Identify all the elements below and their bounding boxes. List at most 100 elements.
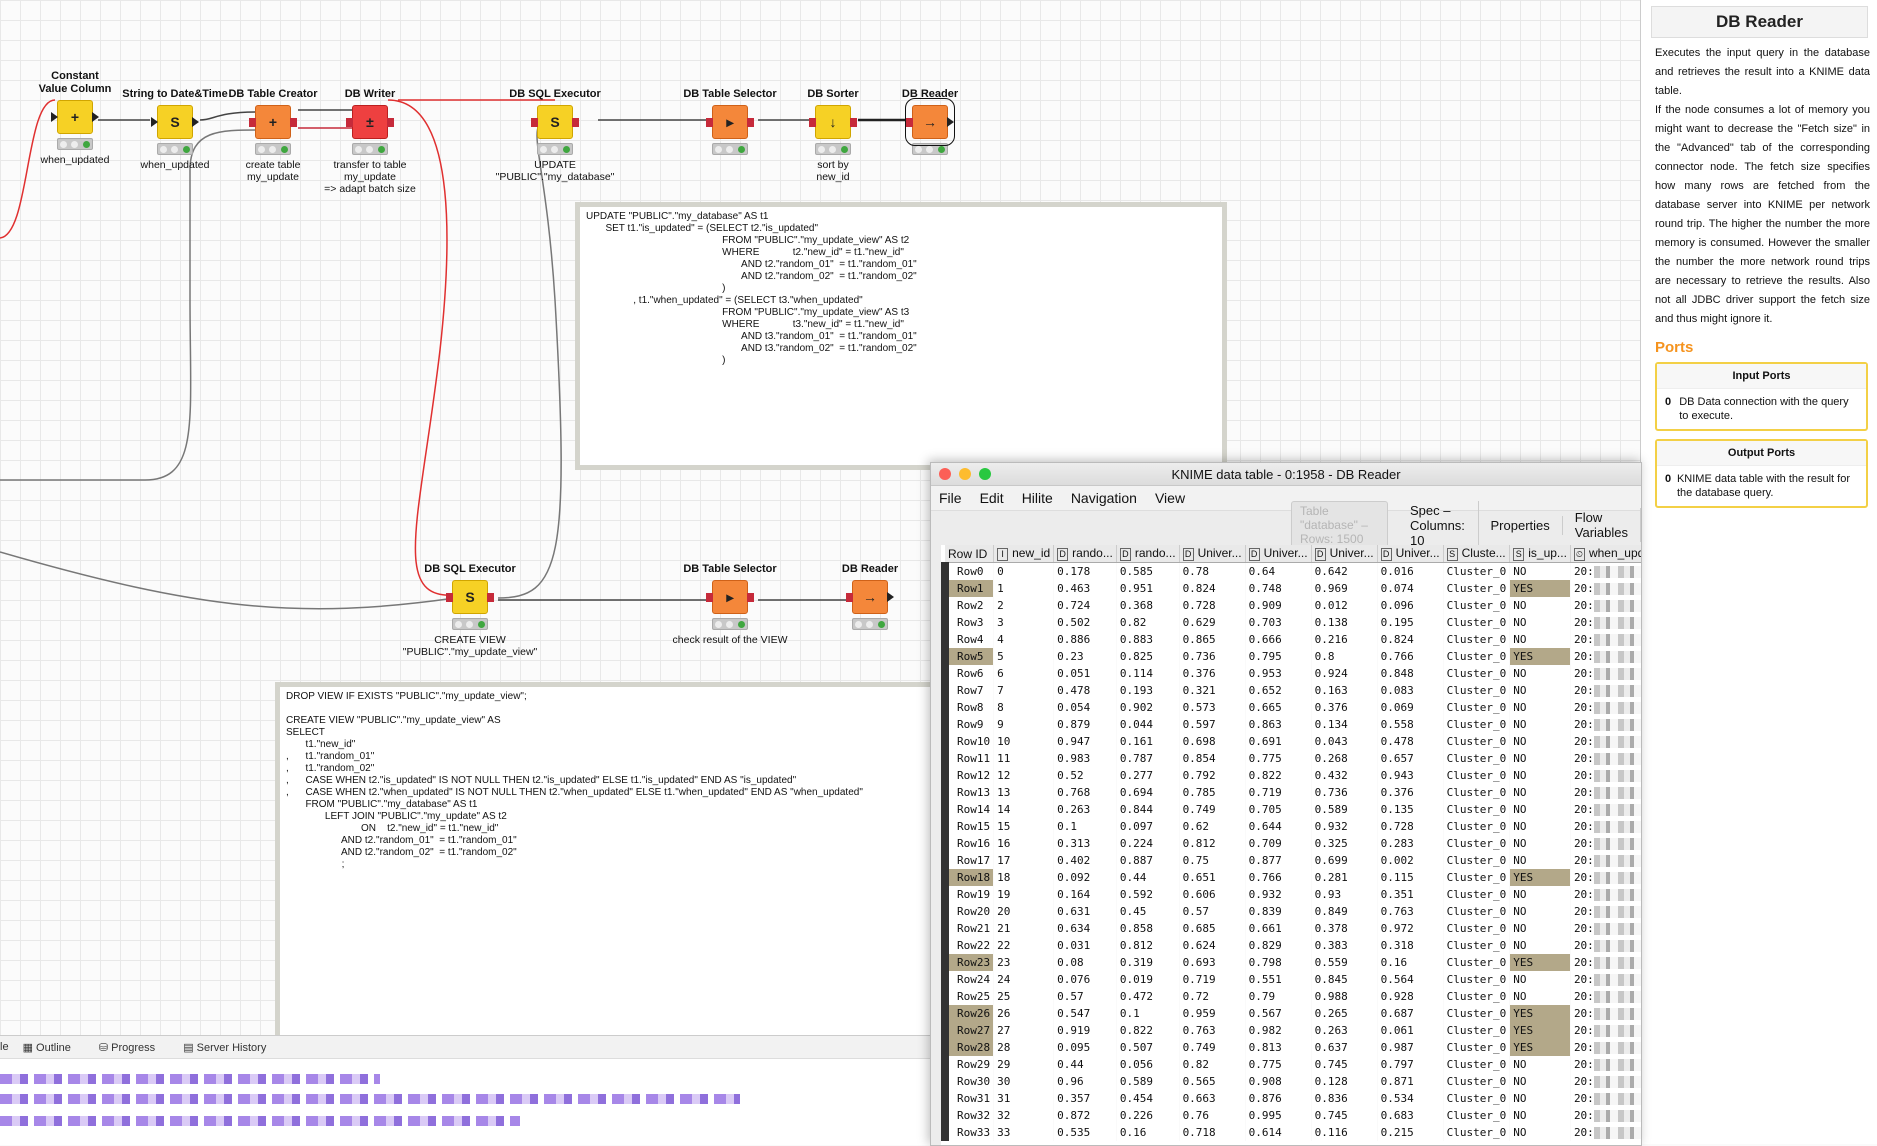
table-cell[interactable]: 0.52 xyxy=(1053,767,1117,784)
node-icon[interactable]: S xyxy=(151,105,199,139)
node-icon[interactable]: + xyxy=(249,105,297,139)
table-row[interactable]: Row2 2 0.724 0.368 0.728 0.909 0.012 0.096 Clust… xyxy=(941,597,1641,614)
table-cell[interactable]: 0.012 xyxy=(1311,597,1378,614)
table-cell[interactable]: 0.64 xyxy=(1245,562,1312,580)
table-cell[interactable]: 0.854 xyxy=(1179,750,1246,767)
table-cell[interactable]: 0.736 xyxy=(1311,784,1378,801)
is-updated-cell[interactable]: YES xyxy=(1509,954,1571,971)
table-row[interactable]: Row32 32 0.872 0.226 0.76 0.995 0.745 0.683 Clus… xyxy=(941,1107,1641,1124)
table-row[interactable]: Row1 1 0.463 0.951 0.824 0.748 0.969 0.074 Clust… xyxy=(941,580,1641,597)
when-updated-cell[interactable]: 20:24:44 xyxy=(1570,631,1641,648)
table-cell[interactable]: 0.215 xyxy=(1377,1124,1444,1141)
table-cell[interactable]: 0.193 xyxy=(1116,682,1180,699)
table-cell[interactable]: 32 xyxy=(993,1107,1055,1124)
table-cell[interactable]: 13 xyxy=(993,784,1055,801)
table-row[interactable]: Row27 27 0.919 0.822 0.763 0.982 0.263 0.061 Clu… xyxy=(941,1022,1641,1039)
table-row[interactable]: Row14 14 0.263 0.844 0.749 0.705 0.589 0.135 Clu… xyxy=(941,801,1641,818)
table-cell[interactable]: 0.728 xyxy=(1179,597,1246,614)
table-row[interactable]: Row23 23 0.08 0.319 0.693 0.798 0.559 0.16 Clust… xyxy=(941,954,1641,971)
row-id-cell[interactable]: Row29 xyxy=(941,1056,995,1073)
table-cell[interactable]: 0.775 xyxy=(1245,750,1312,767)
table-cell[interactable]: 0.849 xyxy=(1311,903,1378,920)
table-cell[interactable]: 0.083 xyxy=(1377,682,1444,699)
table-cell[interactable]: 2 xyxy=(993,597,1055,614)
table-cell[interactable]: 0.454 xyxy=(1116,1090,1180,1107)
table-row[interactable]: Row8 8 0.054 0.902 0.573 0.665 0.376 0.069 Clust… xyxy=(941,699,1641,716)
table-cell[interactable]: 12 xyxy=(993,767,1055,784)
table-cell[interactable]: 0.96 xyxy=(1053,1073,1117,1090)
is-updated-cell[interactable]: NO xyxy=(1509,801,1571,818)
table-cell[interactable]: 16 xyxy=(993,835,1055,852)
row-id-cell[interactable]: Row20 xyxy=(941,903,995,920)
is-updated-cell[interactable]: YES xyxy=(1509,580,1571,597)
table-cell[interactable]: 0.44 xyxy=(1053,1056,1117,1073)
row-id-cell[interactable]: Row33 xyxy=(941,1124,995,1141)
row-id-cell[interactable]: Row25 xyxy=(941,988,995,1005)
table-cell[interactable]: 0.463 xyxy=(1053,580,1117,597)
table-cell[interactable]: 0.321 xyxy=(1179,682,1246,699)
data-table[interactable]: Row ID Inew_id Drando... Drando... D Univer..… xyxy=(941,545,1641,1145)
table-cell[interactable]: 0.534 xyxy=(1377,1090,1444,1107)
node-db-sql-executor[interactable]: DB SQL Executor S CREATE VIEW "PUBLIC"."my… xyxy=(395,563,545,658)
table-cell[interactable]: 0.507 xyxy=(1116,1039,1180,1056)
table-cell[interactable]: 0.019 xyxy=(1116,971,1180,988)
table-cell[interactable]: 0.076 xyxy=(1053,971,1117,988)
is-updated-cell[interactable]: NO xyxy=(1509,614,1571,631)
table-cell[interactable]: 0.699 xyxy=(1311,852,1378,869)
table-cell[interactable]: 0.535 xyxy=(1053,1124,1117,1141)
table-cell[interactable]: 0.095 xyxy=(1053,1039,1117,1056)
table-cell[interactable]: 9 xyxy=(993,716,1055,733)
table-cell[interactable]: 0.763 xyxy=(1179,1022,1246,1039)
table-cell[interactable]: 0.565 xyxy=(1179,1073,1246,1090)
table-cell[interactable]: Cluster_0 xyxy=(1443,801,1511,818)
table-cell[interactable]: 0.08 xyxy=(1053,954,1117,971)
table-cell[interactable]: 0.797 xyxy=(1377,1056,1444,1073)
table-cell[interactable]: 0.972 xyxy=(1377,920,1444,937)
is-updated-cell[interactable]: NO xyxy=(1509,1124,1571,1141)
table-cell[interactable]: 0.265 xyxy=(1311,1005,1378,1022)
table-cell[interactable]: 4 xyxy=(993,631,1055,648)
input-port[interactable] xyxy=(846,593,853,602)
table-cell[interactable]: 0.863 xyxy=(1245,716,1312,733)
table-cell[interactable]: 0.932 xyxy=(1245,886,1312,903)
table-cell[interactable]: Cluster_0 xyxy=(1443,699,1511,716)
table-cell[interactable]: 0.768 xyxy=(1053,784,1117,801)
node-icon[interactable]: S xyxy=(531,105,579,139)
table-cell[interactable]: 0.624 xyxy=(1179,937,1246,954)
table-cell[interactable]: 0.051 xyxy=(1053,665,1117,682)
table-cell[interactable]: 0.749 xyxy=(1179,801,1246,818)
table-cell[interactable]: 6 xyxy=(993,665,1055,682)
when-updated-cell[interactable]: 20:24:44 xyxy=(1570,1073,1641,1090)
is-updated-cell[interactable]: NO xyxy=(1509,971,1571,988)
table-cell[interactable]: 0.812 xyxy=(1116,937,1180,954)
when-updated-cell[interactable]: 20:25 xyxy=(1570,869,1641,886)
table-row[interactable]: Row29 29 0.44 0.056 0.82 0.775 0.745 0.797 Clust… xyxy=(941,1056,1641,1073)
table-cell[interactable]: 0.478 xyxy=(1053,682,1117,699)
row-id-cell[interactable]: Row0 xyxy=(941,562,995,580)
row-id-cell[interactable]: Row19 xyxy=(941,886,995,903)
table-cell[interactable]: 1 xyxy=(993,580,1055,597)
table-cell[interactable]: Cluster_0 xyxy=(1443,852,1511,869)
table-cell[interactable]: 0.319 xyxy=(1116,954,1180,971)
table-cell[interactable]: 0.164 xyxy=(1053,886,1117,903)
column-header[interactable]: D Univer... xyxy=(1377,545,1444,563)
table-cell[interactable]: Cluster_0 xyxy=(1443,784,1511,801)
table-row[interactable]: Row22 22 0.031 0.812 0.624 0.829 0.383 0.318 Clu… xyxy=(941,937,1641,954)
table-cell[interactable]: 0.745 xyxy=(1311,1056,1378,1073)
is-updated-cell[interactable]: NO xyxy=(1509,988,1571,1005)
table-cell[interactable]: 0.1 xyxy=(1053,818,1117,835)
table-cell[interactable]: 0.822 xyxy=(1245,767,1312,784)
table-cell[interactable]: 0.376 xyxy=(1377,784,1444,801)
table-cell[interactable]: Cluster_0 xyxy=(1443,818,1511,835)
table-cell[interactable]: Cluster_0 xyxy=(1443,971,1511,988)
when-updated-cell[interactable]: 20:25 xyxy=(1570,1005,1641,1022)
row-id-cell[interactable]: Row15 xyxy=(941,818,995,835)
is-updated-cell[interactable]: NO xyxy=(1509,784,1571,801)
table-cell[interactable]: 28 xyxy=(993,1039,1055,1056)
output-port[interactable] xyxy=(947,117,954,127)
row-id-cell[interactable]: Row24 xyxy=(941,971,995,988)
output-port[interactable] xyxy=(387,118,394,127)
table-cell[interactable]: 0.092 xyxy=(1053,869,1117,886)
row-id-cell[interactable]: Row3 xyxy=(941,614,995,631)
column-header[interactable]: S Cluste... xyxy=(1443,545,1511,563)
